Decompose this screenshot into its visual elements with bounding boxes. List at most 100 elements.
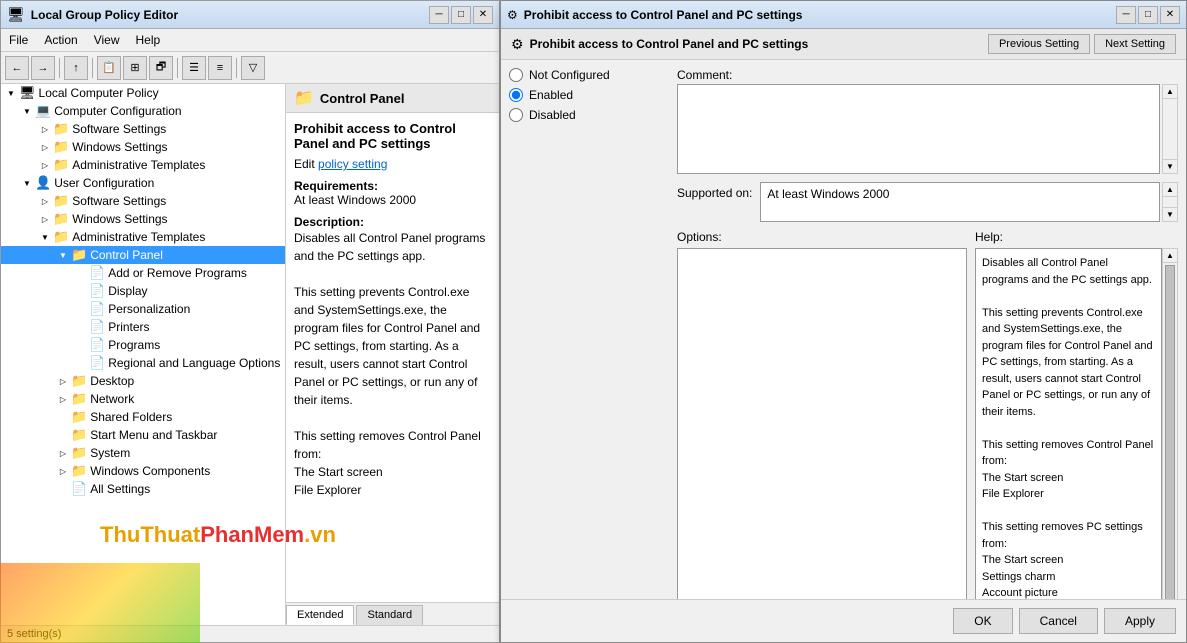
software-cc-expand[interactable]: ▷	[37, 121, 53, 137]
control-panel-expand[interactable]: ▼	[55, 247, 71, 263]
add-remove-label: Add or Remove Programs	[108, 266, 247, 280]
admin-cc-expand[interactable]: ▷	[37, 157, 53, 173]
tree-control-panel[interactable]: ▼ 📁 Control Panel	[1, 246, 285, 264]
tree-root[interactable]: ▼ 🖥 Local Computer Policy	[1, 84, 285, 102]
gpe-maximize-button[interactable]: □	[451, 6, 471, 24]
radio-disabled-input[interactable]	[509, 108, 523, 122]
menu-help[interactable]: Help	[128, 31, 169, 49]
cancel-button[interactable]: Cancel	[1019, 608, 1098, 634]
windows-uc-expand[interactable]: ▷	[37, 211, 53, 227]
toolbar-forward-button[interactable]: →	[31, 56, 55, 80]
toolbar-filter-button[interactable]: ▽	[241, 56, 265, 80]
gpe-minimize-button[interactable]: ─	[429, 6, 449, 24]
tree-all-settings[interactable]: ▷ 📄 All Settings	[1, 480, 285, 498]
network-expand[interactable]: ▷	[55, 391, 71, 407]
tree-windows-settings-cc[interactable]: ▷ 📁 Windows Settings	[1, 138, 285, 156]
tree-printers[interactable]: ▷ 📄 Printers	[1, 318, 285, 336]
panel-header: 📁 Control Panel	[286, 84, 499, 113]
comment-scroll-down[interactable]: ▼	[1163, 159, 1177, 173]
desktop-expand[interactable]: ▷	[55, 373, 71, 389]
dialog-title-bar: ⚙ Prohibit access to Control Panel and P…	[501, 1, 1186, 29]
win-components-expand[interactable]: ▷	[55, 463, 71, 479]
root-icon: 🖥	[19, 85, 36, 101]
menu-view[interactable]: View	[86, 31, 128, 49]
tree-admin-templates-uc[interactable]: ▼ 📁 Administrative Templates	[1, 228, 285, 246]
system-icon: 📁	[71, 445, 87, 461]
toolbar-up-button[interactable]: ↑	[64, 56, 88, 80]
tree-start-menu[interactable]: ▷ 📁 Start Menu and Taskbar	[1, 426, 285, 444]
tree-display[interactable]: ▷ 📄 Display	[1, 282, 285, 300]
windows-uc-icon: 📁	[53, 211, 69, 227]
dialog-subtitle-icon: ⚙	[511, 36, 524, 53]
system-expand[interactable]: ▷	[55, 445, 71, 461]
tree-regional[interactable]: ▷ 📄 Regional and Language Options	[1, 354, 285, 372]
dialog-minimize-button[interactable]: ─	[1116, 6, 1136, 24]
toolbar-detail-button[interactable]: ≡	[208, 56, 232, 80]
tree-desktop[interactable]: ▷ 📁 Desktop	[1, 372, 285, 390]
toolbar-separator-4	[236, 58, 237, 78]
toolbar-properties-button[interactable]: ⊞	[123, 56, 147, 80]
dialog-close-button[interactable]: ✕	[1160, 6, 1180, 24]
previous-setting-button[interactable]: Previous Setting	[988, 34, 1090, 54]
toolbar-show-hide-button[interactable]: 📋	[97, 56, 121, 80]
all-settings-label: All Settings	[90, 482, 150, 496]
tree-user-config[interactable]: ▼ 👤 User Configuration	[1, 174, 285, 192]
menu-file[interactable]: File	[1, 31, 36, 49]
admin-uc-expand[interactable]: ▼	[37, 229, 53, 245]
toolbar-new-window-button[interactable]: 🗗	[149, 56, 173, 80]
supported-scroll-down[interactable]: ▼	[1163, 207, 1177, 221]
user-config-label: User Configuration	[54, 176, 154, 190]
menu-action[interactable]: Action	[36, 31, 85, 49]
control-panel-label: Control Panel	[90, 248, 163, 262]
tree-programs[interactable]: ▷ 📄 Programs	[1, 336, 285, 354]
tree-windows-components[interactable]: ▷ 📁 Windows Components	[1, 462, 285, 480]
toolbar-separator-3	[177, 58, 178, 78]
tree-software-settings-cc[interactable]: ▷ 📁 Software Settings	[1, 120, 285, 138]
user-config-icon: 👤	[35, 175, 51, 191]
computer-config-expand[interactable]: ▼	[19, 103, 35, 119]
comment-scroll-up[interactable]: ▲	[1163, 85, 1177, 99]
radio-not-configured[interactable]: Not Configured	[509, 68, 669, 82]
comment-textarea[interactable]	[677, 84, 1160, 174]
tab-extended[interactable]: Extended	[286, 605, 354, 625]
tree-system[interactable]: ▷ 📁 System	[1, 444, 285, 462]
radio-not-configured-input[interactable]	[509, 68, 523, 82]
apply-button[interactable]: Apply	[1104, 608, 1176, 634]
next-setting-button[interactable]: Next Setting	[1094, 34, 1176, 54]
desktop-icon: 📁	[71, 373, 87, 389]
supported-scroll-up[interactable]: ▲	[1163, 183, 1177, 197]
software-uc-expand[interactable]: ▷	[37, 193, 53, 209]
admin-uc-icon: 📁	[53, 229, 69, 245]
panel-header-icon: 📁	[294, 88, 314, 108]
gpe-toolbar: ← → ↑ 📋 ⊞ 🗗 ☰ ≡ ▽	[1, 52, 499, 84]
tab-standard[interactable]: Standard	[356, 605, 423, 625]
policy-edit-section: Edit policy setting	[294, 157, 491, 171]
add-remove-icon: 📄	[89, 265, 105, 281]
toolbar-list-button[interactable]: ☰	[182, 56, 206, 80]
printers-label: Printers	[108, 320, 149, 334]
tree-add-remove[interactable]: ▷ 📄 Add or Remove Programs	[1, 264, 285, 282]
toolbar-back-button[interactable]: ←	[5, 56, 29, 80]
radio-enabled-input[interactable]	[509, 88, 523, 102]
gpe-title-bar: 🖥 Local Group Policy Editor ─ □ ✕	[1, 1, 499, 29]
root-expand-icon[interactable]: ▼	[3, 85, 19, 101]
gpe-window: 🖥 Local Group Policy Editor ─ □ ✕ File A…	[0, 0, 500, 643]
tree-computer-config[interactable]: ▼ 💻 Computer Configuration	[1, 102, 285, 120]
tree-windows-settings-uc[interactable]: ▷ 📁 Windows Settings	[1, 210, 285, 228]
tree-admin-templates-cc[interactable]: ▷ 📁 Administrative Templates	[1, 156, 285, 174]
help-scroll-up[interactable]: ▲	[1163, 249, 1177, 263]
windows-cc-expand[interactable]: ▷	[37, 139, 53, 155]
supported-label: Supported on:	[677, 182, 752, 200]
dialog-maximize-button[interactable]: □	[1138, 6, 1158, 24]
tree-personalization[interactable]: ▷ 📄 Personalization	[1, 300, 285, 318]
tree-software-settings-uc[interactable]: ▷ 📁 Software Settings	[1, 192, 285, 210]
radio-disabled[interactable]: Disabled	[509, 108, 669, 122]
user-config-expand[interactable]: ▼	[19, 175, 35, 191]
ok-button[interactable]: OK	[953, 608, 1012, 634]
gpe-menu-bar: File Action View Help	[1, 29, 499, 52]
gpe-close-button[interactable]: ✕	[473, 6, 493, 24]
policy-link[interactable]: policy setting	[318, 157, 387, 171]
radio-enabled[interactable]: Enabled	[509, 88, 669, 102]
tree-network[interactable]: ▷ 📁 Network	[1, 390, 285, 408]
tree-shared-folders[interactable]: ▷ 📁 Shared Folders	[1, 408, 285, 426]
